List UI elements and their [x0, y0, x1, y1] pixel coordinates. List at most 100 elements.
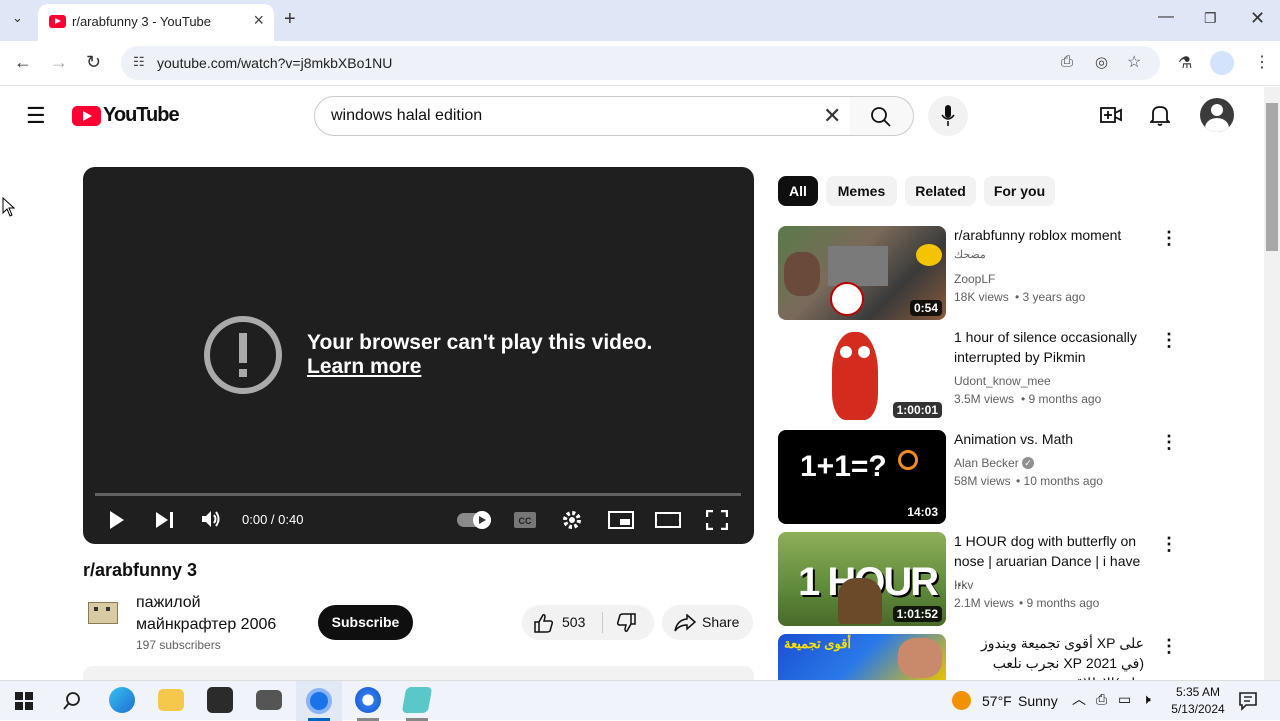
channel-name-line1[interactable]: пажилой [136, 594, 201, 612]
chip-related[interactable]: Related [905, 176, 976, 206]
windows-start-icon[interactable] [15, 692, 33, 710]
more-actions-icon[interactable]: ⋮ [1160, 636, 1178, 657]
share-button[interactable]: Share [662, 605, 753, 640]
like-button[interactable]: 503 [522, 605, 602, 640]
more-actions-icon[interactable]: ⋮ [1160, 432, 1178, 453]
browser-tab[interactable]: r/arabfunny 3 - YouTube × [38, 4, 274, 41]
progress-bar[interactable] [95, 493, 741, 496]
channel-name[interactable]: Irkv [954, 578, 973, 592]
channel-name[interactable]: ZoopLF [954, 272, 995, 286]
address-bar[interactable]: ☷ youtube.com/watch?v=j8mkbXBo1NU ⎙ ◎ ☆ [121, 46, 1160, 80]
error-exclamation-icon [204, 316, 282, 394]
weather-temperature[interactable]: 57°F [982, 693, 1012, 709]
tab-search-icon[interactable]: ⌄ [12, 10, 23, 26]
channel-name[interactable]: Alan Becker [954, 456, 1019, 470]
channel-name-line2[interactable]: майнкрафтер 2006 [136, 616, 276, 634]
subscribe-button[interactable]: Subscribe [318, 605, 413, 640]
voice-search-button[interactable] [928, 96, 968, 136]
youtube-header: ☰ YouTube windows halal edition ✕ [0, 87, 1264, 143]
play-icon[interactable] [109, 510, 125, 530]
file-explorer-icon[interactable] [158, 689, 184, 711]
taskbar-search-icon[interactable] [62, 691, 82, 711]
channel-avatar[interactable] [86, 598, 120, 628]
autoplay-toggle[interactable] [457, 511, 491, 529]
window-close-icon[interactable]: ✕ [1250, 8, 1265, 29]
back-icon[interactable]: ← [14, 52, 32, 73]
learn-more-link[interactable]: Learn more [307, 355, 421, 379]
eye-off-icon[interactable]: ◎ [1095, 53, 1108, 71]
reload-icon[interactable]: ↻ [86, 52, 101, 73]
video-title[interactable]: على XP أقوى تجميعة ويندوز [954, 633, 1144, 653]
more-actions-icon[interactable]: ⋮ [1160, 228, 1178, 249]
video-thumbnail[interactable]: 0:54 [778, 226, 946, 320]
video-title[interactable]: 1 hour of silence occasionally interrupt… [954, 327, 1154, 367]
chrome-menu-icon[interactable]: ⋮ [1254, 52, 1270, 72]
description-box[interactable] [83, 666, 754, 680]
like-dislike-group: 503 [522, 605, 654, 640]
weather-condition[interactable]: Sunny [1018, 693, 1058, 709]
site-info-icon[interactable]: ☷ [133, 54, 145, 70]
chip-all[interactable]: All [778, 176, 818, 206]
video-thumbnail[interactable]: 1+1=? 14:03 [778, 430, 946, 524]
restore-icon[interactable]: ❐ [1204, 10, 1217, 27]
scrollbar-thumb[interactable] [1266, 103, 1278, 251]
account-avatar[interactable] [1200, 98, 1234, 132]
profile-avatar[interactable] [1210, 51, 1234, 75]
search-input[interactable]: windows halal edition ✕ [314, 96, 851, 136]
video-thumbnail[interactable]: 1 HOUR 1:01:52 [778, 532, 946, 626]
minimize-icon[interactable]: — [1158, 8, 1174, 26]
volume-muted-icon[interactable]: 🕨 [1142, 691, 1151, 708]
chip-for-you[interactable]: For you [984, 176, 1055, 206]
more-actions-icon[interactable]: ⋮ [1160, 330, 1178, 351]
video-title[interactable]: r/arabfunny roblox moment [954, 225, 1154, 245]
chrome-taskbar-active[interactable] [296, 681, 342, 721]
notifications-bell-icon[interactable] [1150, 104, 1170, 126]
more-actions-icon[interactable]: ⋮ [1160, 534, 1178, 555]
hamburger-menu-icon[interactable]: ☰ [26, 103, 46, 129]
search-query[interactable]: windows halal edition [331, 107, 482, 125]
taskbar-date[interactable]: 5/13/2024 [1166, 702, 1230, 716]
install-app-icon[interactable]: ⎙ [1061, 53, 1073, 70]
labs-icon[interactable]: ⚗ [1178, 53, 1192, 73]
forward-icon[interactable]: → [50, 52, 68, 73]
dislike-button[interactable] [604, 605, 654, 640]
chip-memes[interactable]: Memes [826, 176, 897, 206]
search-button[interactable] [850, 96, 914, 136]
chip-label: Memes [837, 183, 886, 199]
captions-icon[interactable]: CC [513, 511, 537, 529]
create-video-icon[interactable] [1100, 105, 1122, 125]
new-tab-icon[interactable]: + [284, 8, 296, 31]
video-player[interactable]: Your browser can't play this video. Lear… [83, 167, 754, 544]
video-thumbnail[interactable]: أقوى تجميعة [778, 634, 946, 680]
next-icon[interactable] [155, 511, 175, 529]
channel-name[interactable]: Udont_know_mee [954, 374, 1051, 388]
firefox-icon[interactable] [355, 687, 381, 713]
thumbnail-text: 1+1=? [800, 450, 887, 483]
mail-icon[interactable] [256, 690, 282, 710]
taskbar-time[interactable]: 5:35 AM [1170, 685, 1226, 699]
settings-gear-icon[interactable] [561, 509, 583, 531]
youtube-favicon-icon [49, 15, 66, 28]
microsoft-store-icon[interactable] [207, 687, 233, 713]
notifications-center-icon[interactable] [1238, 691, 1258, 711]
bookmark-star-icon[interactable]: ☆ [1127, 52, 1141, 72]
edge-browser-icon[interactable] [109, 687, 135, 713]
video-title[interactable]: 1 HOUR dog with butterfly on nose | arua… [954, 531, 1154, 591]
video-title[interactable]: Animation vs. Math [954, 429, 1154, 449]
theater-mode-icon[interactable] [655, 511, 681, 529]
thumbnail-text: أقوى تجميعة [784, 636, 852, 651]
volume-icon[interactable] [201, 509, 223, 529]
page-scrollbar[interactable] [1264, 87, 1280, 680]
video-views: 3.5M views [954, 392, 1015, 406]
tab-close-icon[interactable]: × [253, 10, 264, 31]
miniplayer-icon[interactable] [608, 511, 634, 529]
url-text[interactable]: youtube.com/watch?v=j8mkbXBo1NU [157, 55, 392, 71]
clear-search-icon[interactable]: ✕ [823, 103, 841, 129]
video-thumbnail[interactable]: 1:00:01 [778, 328, 946, 422]
device-icon[interactable]: ⎙ [1096, 691, 1107, 708]
sunny-weather-icon[interactable] [952, 691, 971, 710]
notepad-icon[interactable] [401, 687, 433, 713]
network-icon[interactable]: ▭ [1118, 691, 1131, 708]
fullscreen-icon[interactable] [706, 510, 728, 530]
show-hidden-icons-icon[interactable]: ︿ [1072, 689, 1086, 709]
